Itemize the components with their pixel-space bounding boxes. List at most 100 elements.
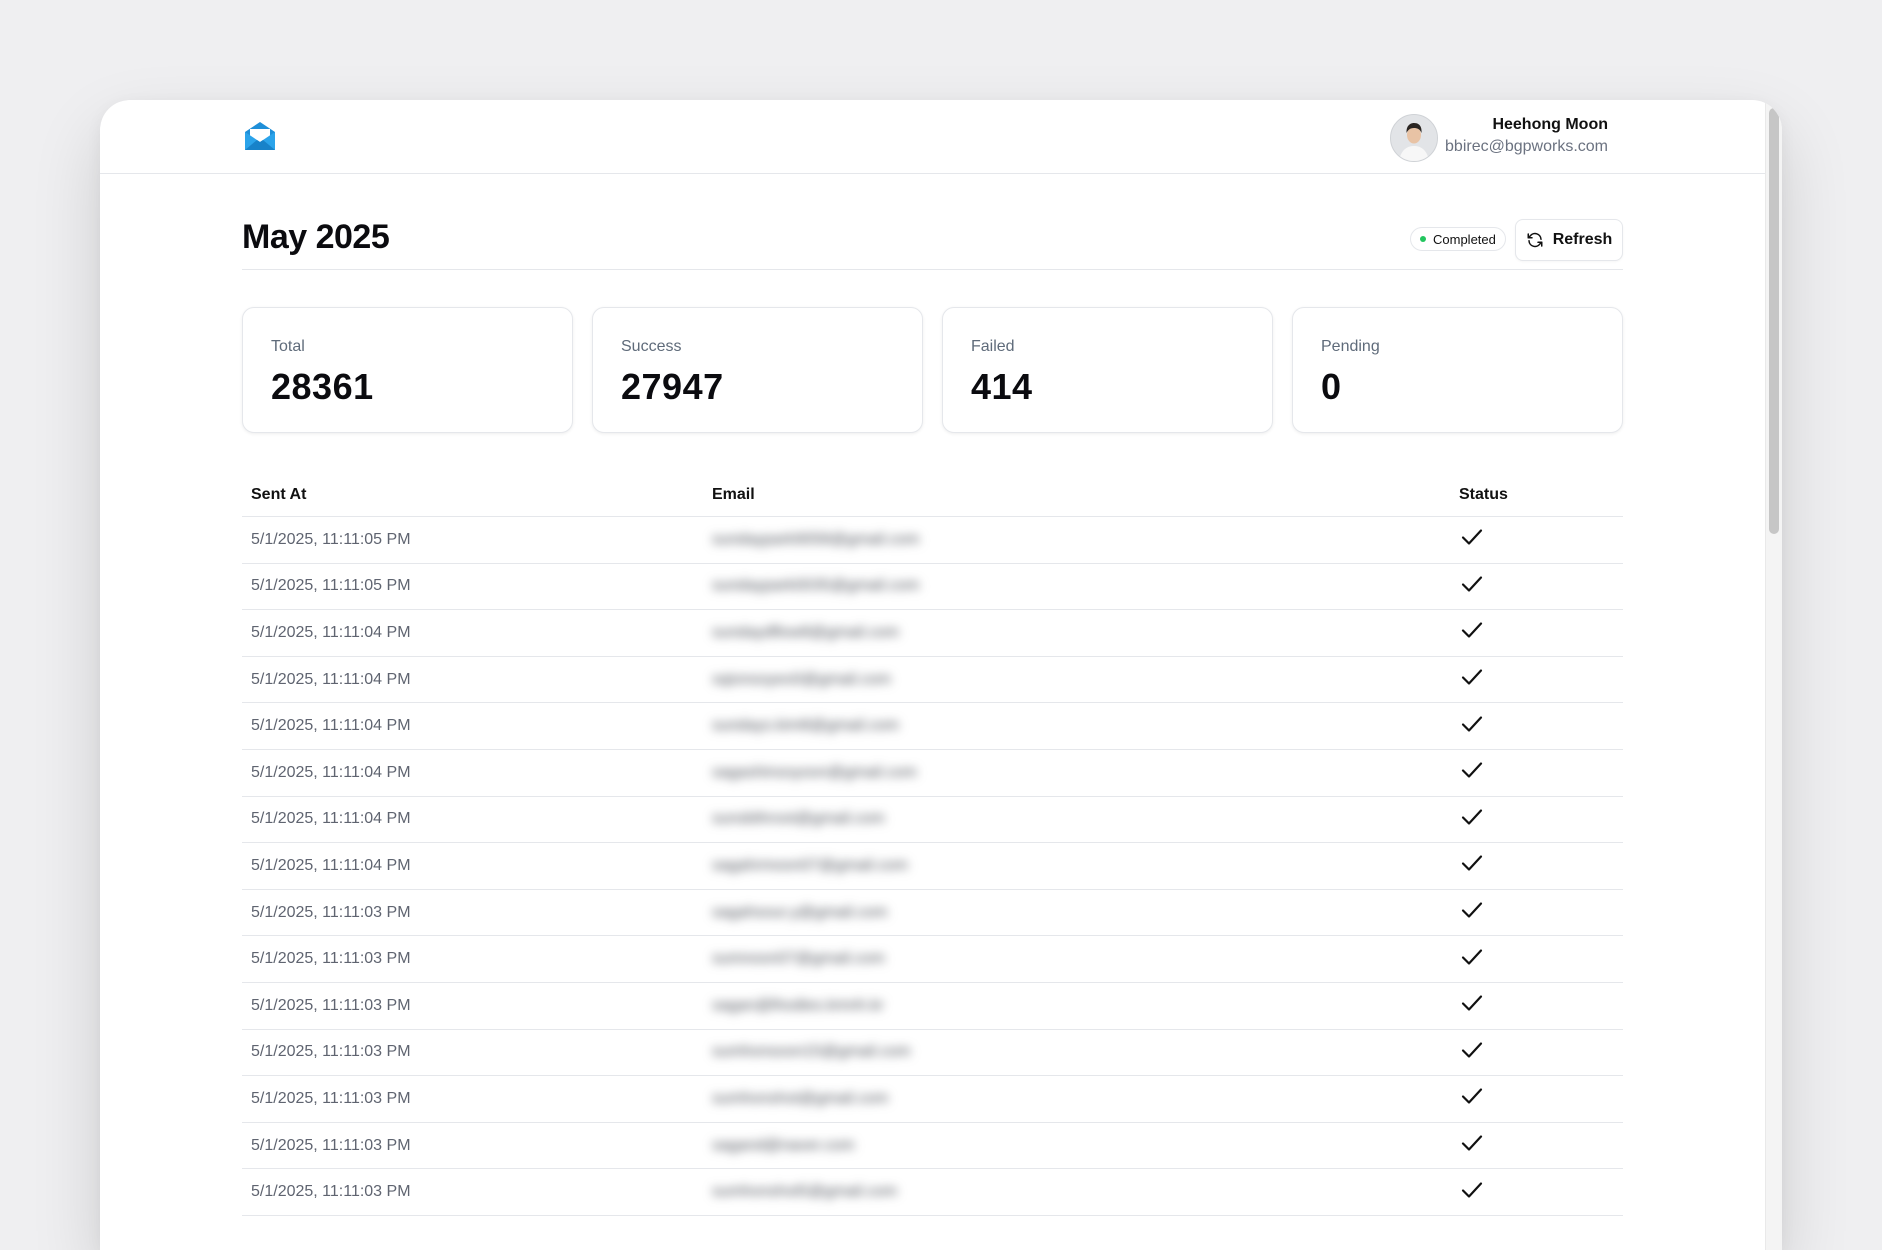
blurred-email-text: sunsbthroot@gmail.com: [712, 810, 885, 828]
check-icon: [1461, 1135, 1483, 1151]
column-header-sent-at[interactable]: Sent At: [242, 474, 703, 517]
table-row[interactable]: 5/1/2025, 11:11:03 PM sumhonshot5@gmail.c…: [242, 1168, 1623, 1216]
stat-card-pending: Pending 0: [1292, 307, 1623, 433]
user-name: Heehong Moon: [1492, 116, 1608, 133]
stat-card-failed: Failed 414: [942, 307, 1273, 433]
table-row[interactable]: 5/1/2025, 11:11:05 PM sundaypark0035@gmai…: [242, 563, 1623, 611]
table-row[interactable]: 5/1/2025, 11:11:04 PM sagashinsoyoon@gmai…: [242, 749, 1623, 797]
check-icon: [1461, 716, 1483, 732]
app-window: Heehong Moon bbirec@bgpworks.com May 202…: [100, 100, 1782, 1250]
refresh-button-label: Refresh: [1552, 231, 1613, 248]
email-cell: sundaydflow8@gmail.com: [703, 609, 1450, 657]
status-cell: [1450, 609, 1623, 657]
blurred-email-text: sqionsoyeo0@gmail.com: [712, 670, 891, 688]
results-table: Sent At Email Status 5/1/2025, 11:11:05 …: [242, 474, 1623, 1216]
top-bar: Heehong Moon bbirec@bgpworks.com: [100, 100, 1766, 174]
sent-at-cell: 5/1/2025, 11:11:05 PM: [242, 516, 703, 564]
status-cell: [1450, 702, 1623, 750]
stat-value: 28361: [271, 366, 374, 407]
status-cell: [1450, 1029, 1623, 1077]
table-row[interactable]: 5/1/2025, 11:11:04 PM sunsbthroot@gmail.c…: [242, 796, 1623, 844]
sent-at-cell: 5/1/2025, 11:11:04 PM: [242, 842, 703, 890]
table-row[interactable]: 5/1/2025, 11:11:04 PM sundaydflow8@gmail.…: [242, 609, 1623, 657]
table-body: 5/1/2025, 11:11:05 PM sundaypark9058@gmai…: [242, 516, 1623, 1216]
page-title: May 2025: [242, 218, 390, 256]
stat-label: Failed: [971, 338, 1015, 355]
table-row[interactable]: 5/1/2025, 11:11:03 PM sumhonshot@gmail.co…: [242, 1075, 1623, 1123]
check-icon: [1461, 762, 1483, 778]
vertical-scrollbar[interactable]: [1765, 100, 1782, 1250]
blurred-email-text: sagan@lhodies.kmnh.kr: [712, 996, 884, 1014]
stat-value: 414: [971, 366, 1033, 407]
check-icon: [1461, 576, 1483, 592]
status-cell: [1450, 1075, 1623, 1123]
avatar[interactable]: [1390, 114, 1438, 162]
email-cell: sagashinsoyoon@gmail.com: [703, 749, 1450, 797]
sent-at-cell: 5/1/2025, 11:11:03 PM: [242, 1075, 703, 1123]
stat-value: 0: [1321, 366, 1342, 407]
table-row[interactable]: 5/1/2025, 11:11:03 PM sagan@lhodies.kmnh.…: [242, 982, 1623, 1030]
column-header-status[interactable]: Status: [1450, 474, 1623, 517]
email-cell: sunsbthroot@gmail.com: [703, 796, 1450, 844]
title-divider: [242, 269, 1623, 270]
refresh-button[interactable]: Refresh: [1515, 219, 1623, 261]
status-cell: [1450, 842, 1623, 890]
blurred-email-text: sagahsour.y@gmail.com: [712, 903, 888, 921]
status-cell: [1450, 796, 1623, 844]
blurred-email-text: sagahrmoon07@gmail.com: [712, 856, 908, 874]
sent-at-cell: 5/1/2025, 11:11:04 PM: [242, 656, 703, 704]
status-cell: [1450, 1168, 1623, 1216]
sent-at-cell: 5/1/2025, 11:11:03 PM: [242, 1029, 703, 1077]
email-cell: sumhonshot@gmail.com: [703, 1075, 1450, 1123]
email-cell: sundaypark9058@gmail.com: [703, 516, 1450, 564]
email-cell: sagand@naver.com: [703, 1122, 1450, 1170]
table-row[interactable]: 5/1/2025, 11:11:04 PM sqionsoyeo0@gmail.c…: [242, 656, 1623, 704]
table-row[interactable]: 5/1/2025, 11:11:05 PM sundaypark9058@gmai…: [242, 516, 1623, 564]
sent-at-cell: 5/1/2025, 11:11:05 PM: [242, 563, 703, 611]
stat-label: Success: [621, 338, 682, 355]
table-row[interactable]: 5/1/2025, 11:11:03 PM sagahsour.y@gmail.c…: [242, 889, 1623, 937]
email-cell: sundays.kim8@gmail.com: [703, 702, 1450, 750]
table-row[interactable]: 5/1/2025, 11:11:04 PM sagahrmoon07@gmail.…: [242, 842, 1623, 890]
blurred-email-text: sumhonsoon15@gmail.com: [712, 1043, 911, 1061]
check-icon: [1461, 1042, 1483, 1058]
status-cell: [1450, 563, 1623, 611]
check-icon: [1461, 949, 1483, 965]
user-avatar-icon: [1391, 115, 1437, 161]
blurred-email-text: sumhonshot5@gmail.com: [712, 1183, 898, 1201]
blurred-email-text: sundays.kim8@gmail.com: [712, 717, 899, 735]
blurred-email-text: sumnoon07@gmail.com: [712, 950, 885, 968]
mail-logo-icon[interactable]: [243, 120, 277, 152]
table-row[interactable]: 5/1/2025, 11:11:03 PM sagand@naver.com: [242, 1122, 1623, 1170]
blurred-email-text: sagand@naver.com: [712, 1136, 855, 1154]
scrollbar-thumb[interactable]: [1769, 108, 1779, 534]
stat-label: Total: [271, 338, 305, 355]
column-header-email[interactable]: Email: [703, 474, 1450, 517]
stat-card-total: Total 28361: [242, 307, 573, 433]
check-icon: [1461, 529, 1483, 545]
refresh-icon: [1527, 232, 1543, 248]
check-icon: [1461, 622, 1483, 639]
check-icon: [1461, 855, 1483, 872]
table-row[interactable]: 5/1/2025, 11:11:04 PM sundays.kim8@gmail.…: [242, 702, 1623, 750]
sent-at-cell: 5/1/2025, 11:11:03 PM: [242, 1122, 703, 1170]
sent-at-cell: 5/1/2025, 11:11:03 PM: [242, 889, 703, 937]
sent-at-cell: 5/1/2025, 11:11:03 PM: [242, 1168, 703, 1216]
status-badge-label: Completed: [1433, 231, 1496, 247]
sent-at-cell: 5/1/2025, 11:11:03 PM: [242, 935, 703, 983]
table-header-row: Sent At Email Status: [242, 474, 1623, 517]
sent-at-cell: 5/1/2025, 11:11:03 PM: [242, 982, 703, 1030]
stat-card-success: Success 27947: [592, 307, 923, 433]
email-cell: sumhonsoon15@gmail.com: [703, 1029, 1450, 1077]
status-cell: [1450, 889, 1623, 937]
email-cell: sumhonshot5@gmail.com: [703, 1168, 1450, 1216]
email-cell: sundaypark0035@gmail.com: [703, 563, 1450, 611]
stat-value: 27947: [621, 366, 724, 407]
table-row[interactable]: 5/1/2025, 11:11:03 PM sumhonsoon15@gmail.…: [242, 1029, 1623, 1077]
results-table-container: Sent At Email Status 5/1/2025, 11:11:05 …: [242, 474, 1623, 1216]
blurred-email-text: sundaydflow8@gmail.com: [712, 623, 899, 641]
status-cell: [1450, 749, 1623, 797]
blurred-email-text: sundaypark9058@gmail.com: [712, 530, 920, 548]
table-row[interactable]: 5/1/2025, 11:11:03 PM sumnoon07@gmail.com: [242, 935, 1623, 983]
email-cell: sqionsoyeo0@gmail.com: [703, 656, 1450, 704]
